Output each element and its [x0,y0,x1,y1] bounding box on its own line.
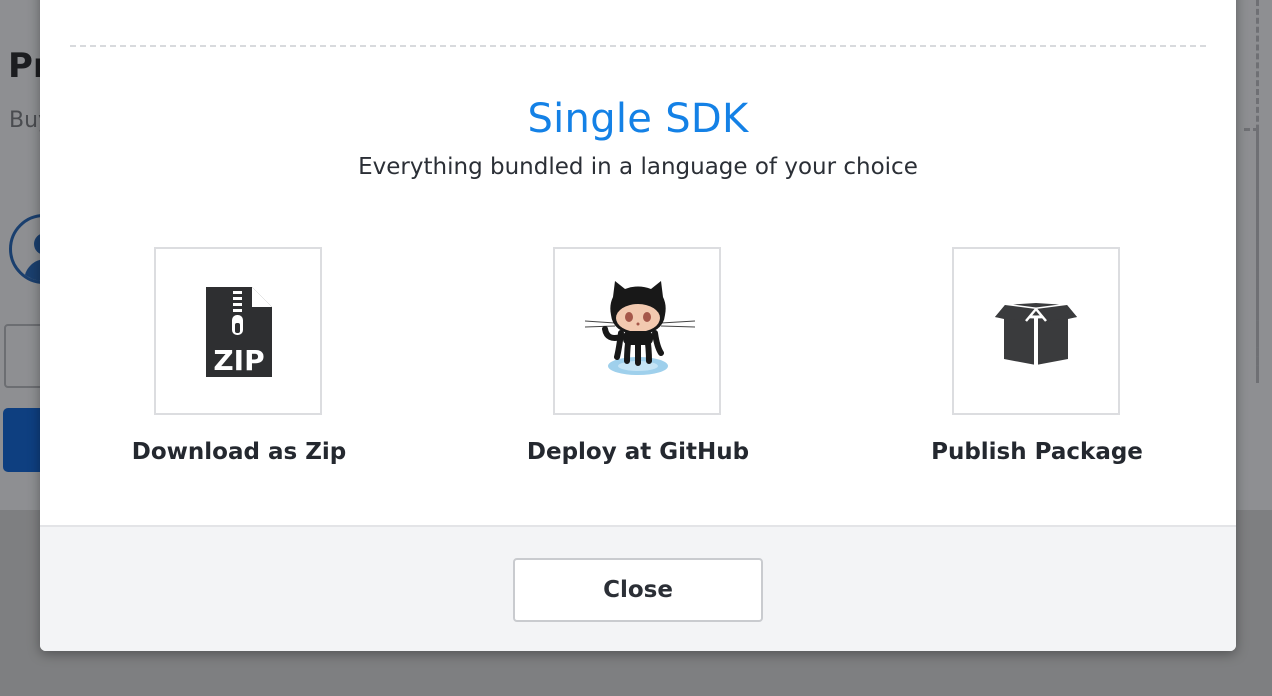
section-title: Single SDK [527,96,749,142]
download-zip-label: Download as Zip [131,439,347,465]
deploy-github-tile[interactable] [553,247,721,415]
publish-package-label: Publish Package [931,439,1143,465]
deploy-github-option[interactable]: Deploy at GitHub [518,247,758,477]
github-octocat-icon [584,281,696,375]
modal-body: Single SDK Everything bundled in a langu… [40,0,1236,525]
download-zip-option[interactable]: ZIP Download as Zip [119,247,359,477]
download-zip-tile[interactable]: ZIP [154,247,322,415]
modal-footer: Close [40,525,1236,651]
section-divider [70,45,1206,47]
sdk-download-modal: Single SDK Everything bundled in a langu… [40,0,1236,651]
close-button[interactable]: Close [513,558,763,622]
package-box-icon [995,303,1077,365]
deploy-github-label: Deploy at GitHub [526,439,750,465]
zip-file-icon: ZIP [206,287,272,377]
background-dashed-border [1244,128,1259,383]
section-subtitle: Everything bundled in a language of your… [358,154,918,180]
publish-package-tile[interactable] [952,247,1120,415]
publish-package-option[interactable]: Publish Package [917,247,1157,477]
zip-icon-text: ZIP [213,344,264,377]
